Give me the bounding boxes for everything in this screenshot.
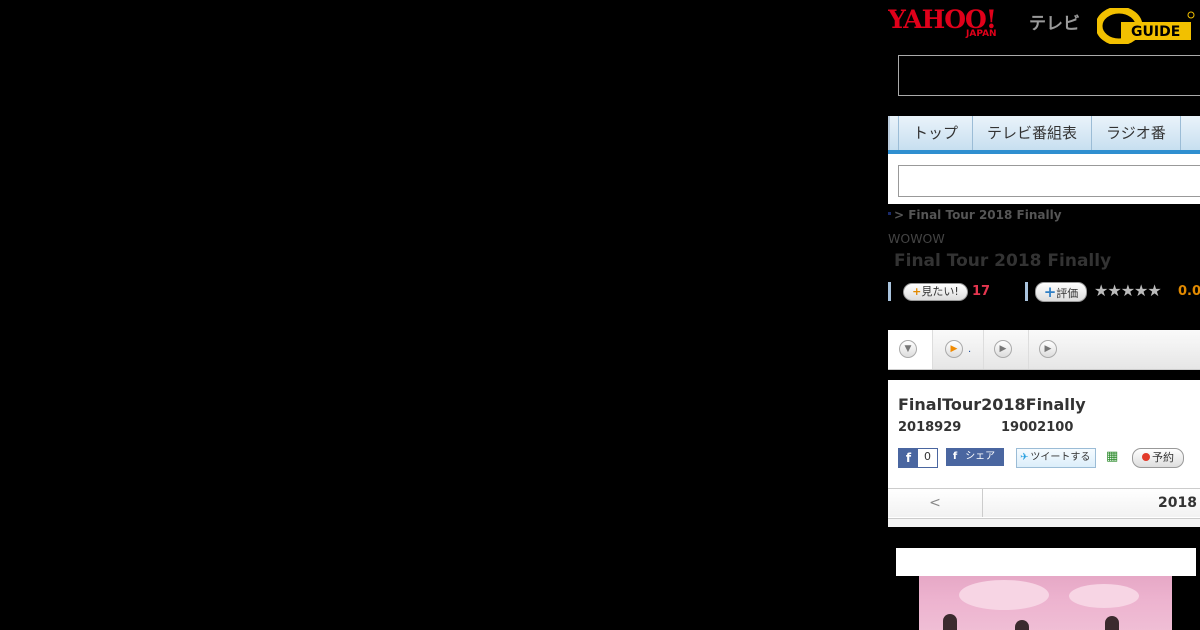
program-photo[interactable] [919,576,1172,630]
tweet-button[interactable]: ✈ ツイートする [1016,448,1096,468]
sub-search-area [888,154,1200,204]
reserve-button[interactable]: 予約 [1132,448,1184,468]
tab-radio-listings[interactable]: ラジオ番 [1092,116,1181,150]
sub-search-input[interactable] [898,165,1200,197]
subnav-item-1[interactable]: ▶ . [933,330,984,369]
search-input[interactable] [898,55,1200,96]
logo-row: YAHOO! JAPAN テレビ GUIDE [888,4,1200,44]
star-rating: ★★★★★ [1094,281,1162,300]
yahoo-japan-sublabel: JAPAN [966,29,997,39]
rating-score: 0.0 [1178,284,1200,299]
breadcrumb: > Final Tour 2018 Finally [888,208,1062,222]
tab-top[interactable]: トップ [899,116,974,150]
like-count: 0 [924,450,931,463]
calendar-add-icon[interactable]: ▦ [1106,448,1124,466]
program-date: 2018929 [898,420,962,435]
rating-row: +見たい! 17 +評価 ★★★★★ 0.0 [888,281,1200,302]
gguide-logo[interactable]: GUIDE [1097,8,1195,44]
sub-navigation: ▼ ▶ . ▶ ▶ [888,330,1200,370]
facebook-like-button[interactable]: f 0 [898,448,938,468]
plus-icon: + [1043,283,1057,301]
play-icon: ▶ [945,340,963,358]
program-title: FinalTour2018Finally [898,395,1086,414]
breadcrumb-dot-icon [888,212,891,215]
current-date: 2018 [1158,495,1197,511]
record-dot-icon [1142,453,1150,461]
channel-name[interactable]: WOWOW [888,231,945,246]
main-tabs: トップ テレビ番組表 ラジオ番 [888,116,1200,150]
want-to-watch-count: 17 [972,284,991,299]
program-page: YAHOO! JAPAN テレビ GUIDE トップ テレビ番組表 ラジオ番 >… [888,0,1200,630]
svg-text:GUIDE: GUIDE [1131,24,1180,40]
subnav-item-2[interactable]: ▶ [984,330,1029,369]
subnav-item-3[interactable]: ▶ [1029,330,1200,369]
breadcrumb-current: > Final Tour 2018 Finally [894,208,1062,222]
facebook-icon: f [952,451,958,462]
divider [1025,282,1028,301]
play-icon: ▶ [994,340,1012,358]
chevron-down-icon: ▼ [899,340,917,358]
date-navigation: < 2018 [888,488,1200,517]
program-panel: FinalTour2018Finally 2018929 19002100 f … [888,380,1200,527]
plus-icon: + [912,285,922,298]
tv-label[interactable]: テレビ [1029,9,1080,34]
subnav-item-dropdown[interactable]: ▼ [888,330,933,369]
rate-button[interactable]: +評価 [1035,282,1087,302]
facebook-icon: f [899,449,918,467]
facebook-share-button[interactable]: f シェア [946,448,1004,466]
program-time: 19002100 [1001,420,1074,435]
want-to-watch-button[interactable]: +見たい! [903,283,968,301]
subnav-label: . [968,344,972,355]
tab-tv-listings[interactable]: テレビ番組表 [973,116,1093,150]
play-icon: ▶ [1039,340,1057,358]
date-navigation-footer [888,518,1200,527]
twitter-bird-icon: ✈ [1020,452,1029,463]
prev-date-button[interactable]: < [888,489,983,517]
image-header [896,548,1196,576]
page-title: Final Tour 2018 Finally [894,251,1112,271]
divider [888,282,891,301]
